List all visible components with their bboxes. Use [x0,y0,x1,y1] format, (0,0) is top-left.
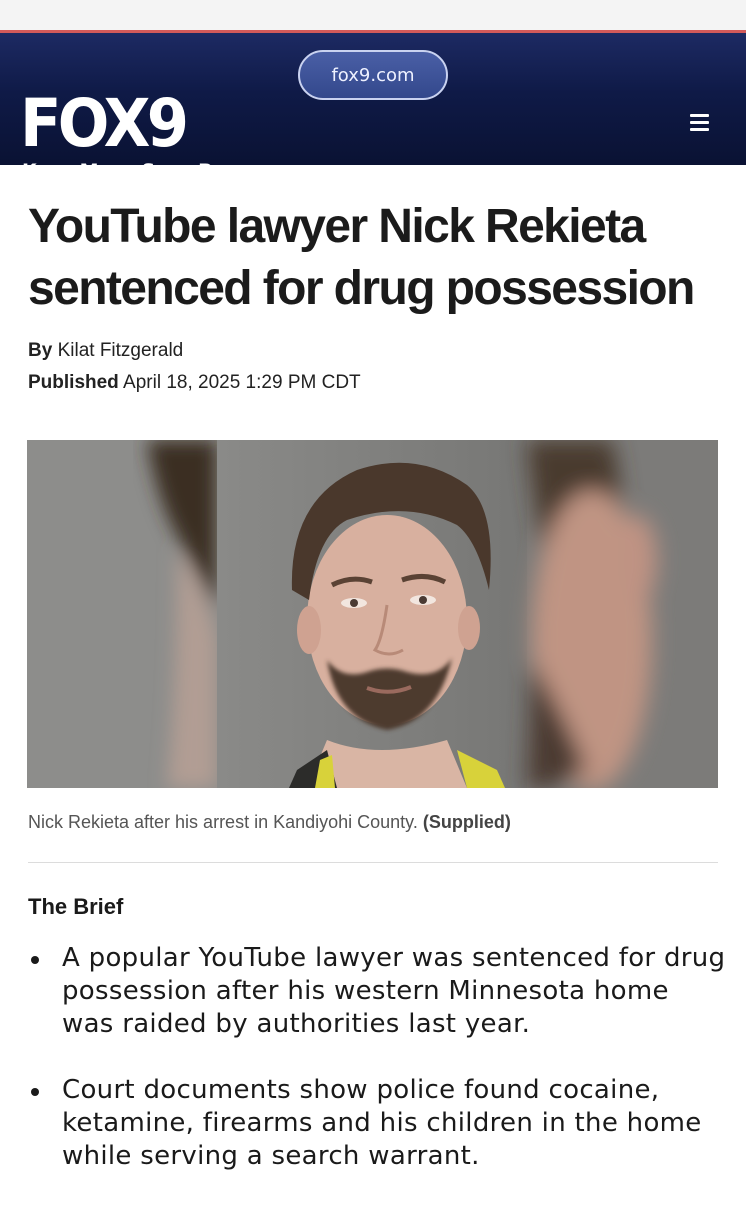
hamburger-menu-icon[interactable] [684,109,716,137]
logo-letter: P [198,160,212,182]
photo-credit: (Supplied) [422,812,511,832]
brief-title: The Brief [28,894,124,919]
article-headline: YouTube lawyer Nick Rekieta sentenced fo… [28,200,695,315]
logo-letter: S [141,160,156,182]
list-item: Court documents show police found cocain… [28,1074,728,1173]
fox9-logo[interactable]: FOX9 K M S P [20,91,220,186]
bullet-dot-icon [31,956,39,964]
published-prefix: Published [28,372,119,393]
logo-callsign: K M S P [22,160,212,182]
brief-item-text: A popular YouTube lawyer was sentenced f… [62,943,726,1039]
brief-item-text: Court documents show police found cocain… [62,1075,702,1171]
caption-text: Nick Rekieta after his arrest in Kandiyo… [28,812,418,832]
logo-letter: K [22,160,37,182]
article-photo[interactable] [27,440,718,788]
site-header: fox9.com FOX9 K M S P [0,30,746,182]
brief-list: A popular YouTube lawyer was sentenced f… [28,942,728,1206]
photo-caption: Nick Rekieta after his arrest in Kandiyo… [28,812,511,833]
published-date: April 18, 2025 1:29 PM CDT [123,372,361,393]
article-byline: By Kilat Fitzgerald [28,340,183,362]
section-divider [28,862,718,863]
logo-letter: M [79,160,99,182]
browser-top-strip [0,0,746,32]
article-published: Published April 18, 2025 1:29 PM CDT [28,372,361,394]
mugshot-image [27,440,718,788]
bullet-dot-icon [31,1088,39,1096]
author-name[interactable]: Kilat Fitzgerald [58,340,184,361]
address-bar[interactable]: fox9.com [298,50,448,100]
logo-wordmark: FOX9 [20,85,189,162]
list-item: A popular YouTube lawyer was sentenced f… [28,942,728,1041]
byline-prefix: By [28,340,53,361]
